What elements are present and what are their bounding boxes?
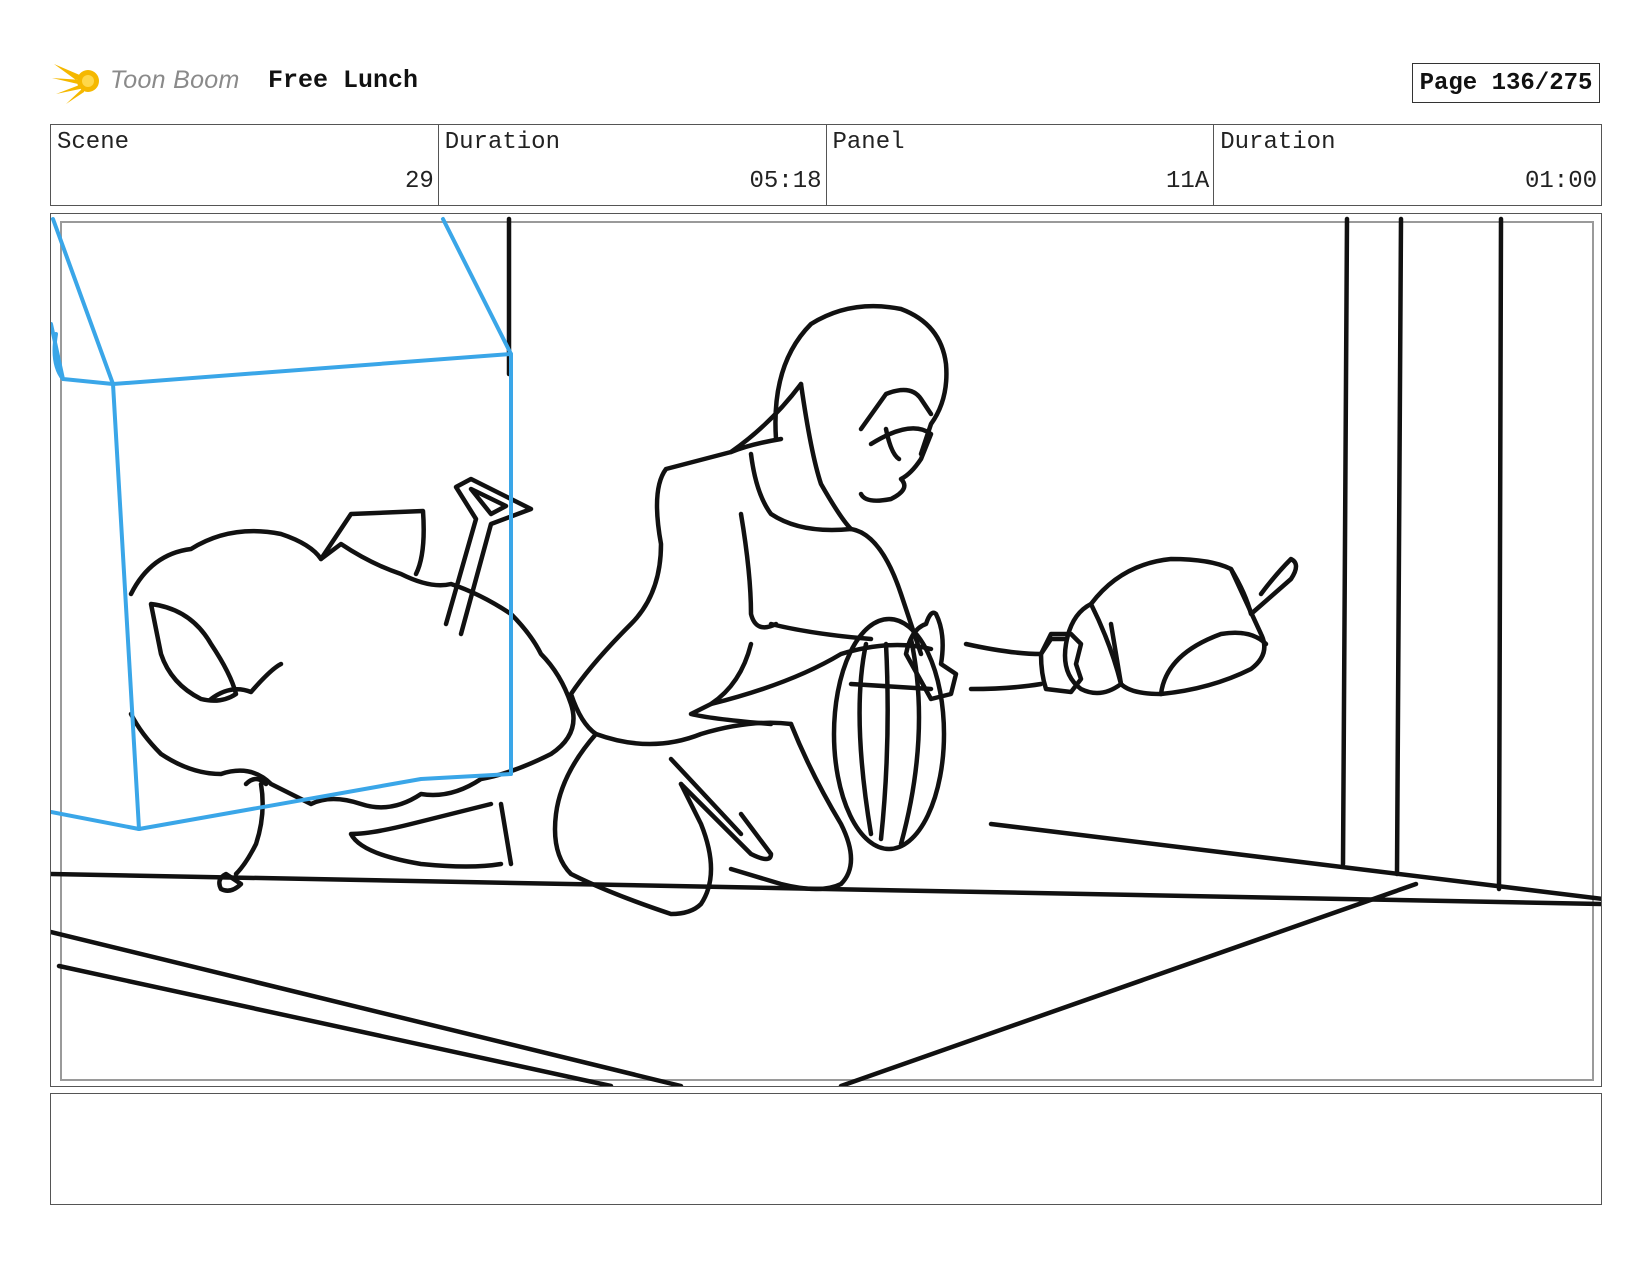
scene-label: Scene	[57, 129, 130, 156]
project-title: Free Lunch	[268, 66, 419, 95]
logo-text: Toon Boom	[110, 66, 240, 94]
panel-duration-cell: Duration 01:00	[1214, 125, 1601, 205]
panel-notes-box[interactable]	[50, 1093, 1602, 1205]
scene-duration-value: 05:18	[749, 168, 822, 195]
safe-area-frame	[60, 221, 1594, 1081]
panel-sketch	[51, 216, 1601, 1086]
box-overlay	[51, 217, 513, 831]
scene-value: 29	[404, 168, 434, 195]
scene-duration-label: Duration	[444, 129, 560, 156]
sketch-lines	[51, 216, 1601, 1086]
panel-duration-value: 01:00	[1524, 168, 1597, 195]
scene-duration-cell: Duration 05:18	[439, 125, 827, 205]
panel-cell: Panel 11A	[827, 125, 1215, 205]
panel-label: Panel	[832, 129, 905, 156]
page-number: Page 136/275	[1412, 63, 1600, 103]
storyboard-panel	[50, 213, 1602, 1087]
scene-cell: Scene 29	[51, 125, 439, 205]
panel-duration-label: Duration	[1220, 129, 1336, 156]
panel-value: 11A	[1166, 168, 1210, 195]
panel-info-row: Scene 29 Duration 05:18 Panel 11A Durati…	[50, 124, 1602, 206]
